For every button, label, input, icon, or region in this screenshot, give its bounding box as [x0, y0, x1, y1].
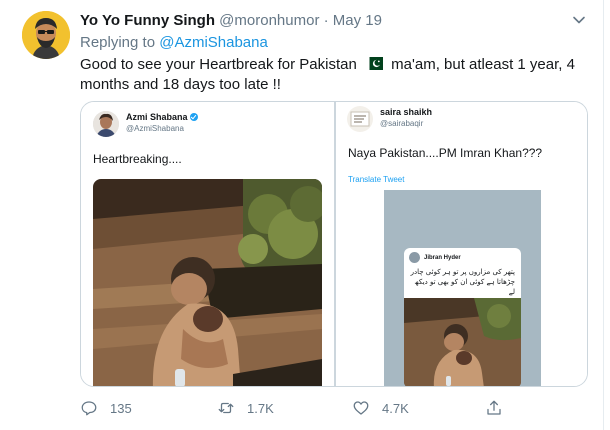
avatar[interactable]: [22, 11, 70, 59]
reply-handle-link[interactable]: @AzmiShabana: [159, 34, 268, 51]
saira-handle: @sairabaqir: [380, 119, 424, 128]
retweet-button[interactable]: 1.7K: [217, 398, 274, 418]
reply-icon: [81, 401, 97, 416]
tweet[interactable]: Yo Yo Funny Singh @moronhumor · May 19 R…: [0, 0, 610, 430]
azmi-avatar: [93, 111, 119, 137]
azmi-name-text: Azmi Shabana: [126, 112, 188, 122]
timeline-border: [603, 0, 604, 430]
media-left-screenshot[interactable]: Azmi Shabana @AzmiShabana Heartbreaking.…: [81, 102, 334, 386]
urdu-tweet-text: پتھر کی مزاروں پر تو ہر کوئی چادر چڑھاتا…: [410, 268, 515, 296]
reply-button[interactable]: 135: [80, 398, 132, 418]
embedded-screenshot[interactable]: Jibran Hyder پتھر کی مزاروں پر تو ہر کوئ…: [384, 190, 541, 386]
display-name[interactable]: Yo Yo Funny Singh: [80, 12, 215, 29]
tweet-text-part1: Good to see your Heartbreak for Pakistan: [80, 56, 357, 73]
jibran-avatar: [409, 252, 420, 263]
retweet-count: 1.7K: [247, 400, 274, 416]
azmi-handle: @AzmiShabana: [126, 124, 184, 133]
translate-tweet-link[interactable]: Translate Tweet: [348, 175, 404, 184]
child-sleeping-photo[interactable]: [93, 179, 322, 386]
pakistan-flag-icon: [364, 56, 383, 70]
verified-badge-icon: [189, 113, 198, 121]
avatar-illustration-icon: [22, 11, 70, 59]
share-button[interactable]: [485, 398, 515, 418]
like-button[interactable]: 4.7K: [352, 398, 409, 418]
like-count: 4.7K: [382, 400, 409, 416]
saira-tweet-text: Naya Pakistan....PM Imran Khan???: [348, 146, 543, 160]
reply-count: 135: [110, 400, 132, 416]
azmi-tweet-text: Heartbreaking....: [93, 152, 182, 166]
saira-name: saira shaikh: [380, 107, 433, 117]
share-icon: [487, 400, 501, 415]
heart-icon: [353, 401, 369, 415]
media-right-screenshot[interactable]: saira shaikh @sairabaqir Naya Pakistan..…: [336, 102, 587, 386]
separator-dot: ·: [323, 12, 329, 29]
chevron-down-icon[interactable]: [571, 12, 587, 28]
replying-to: Replying to @AzmiShabana: [80, 34, 268, 52]
azmi-name: Azmi Shabana: [126, 112, 198, 122]
jibran-name: Jibran Hyder: [424, 255, 461, 261]
tweet-date[interactable]: May 19: [333, 12, 382, 29]
tweet-text: Good to see your Heartbreak for Pakistan…: [80, 55, 590, 95]
user-handle[interactable]: @moronhumor: [219, 12, 319, 29]
saira-avatar: [347, 106, 373, 132]
tweet-header: Yo Yo Funny Singh @moronhumor · May 19: [80, 12, 382, 30]
embedded-child-photo: [404, 298, 521, 386]
replying-to-label: Replying to: [80, 34, 156, 51]
action-bar: 135 1.7K 4.7K: [80, 398, 590, 418]
media-grid[interactable]: Azmi Shabana @AzmiShabana Heartbreaking.…: [80, 101, 588, 387]
embedded-tweet-card: Jibran Hyder پتھر کی مزاروں پر تو ہر کوئ…: [404, 248, 521, 386]
retweet-icon: [218, 402, 234, 414]
